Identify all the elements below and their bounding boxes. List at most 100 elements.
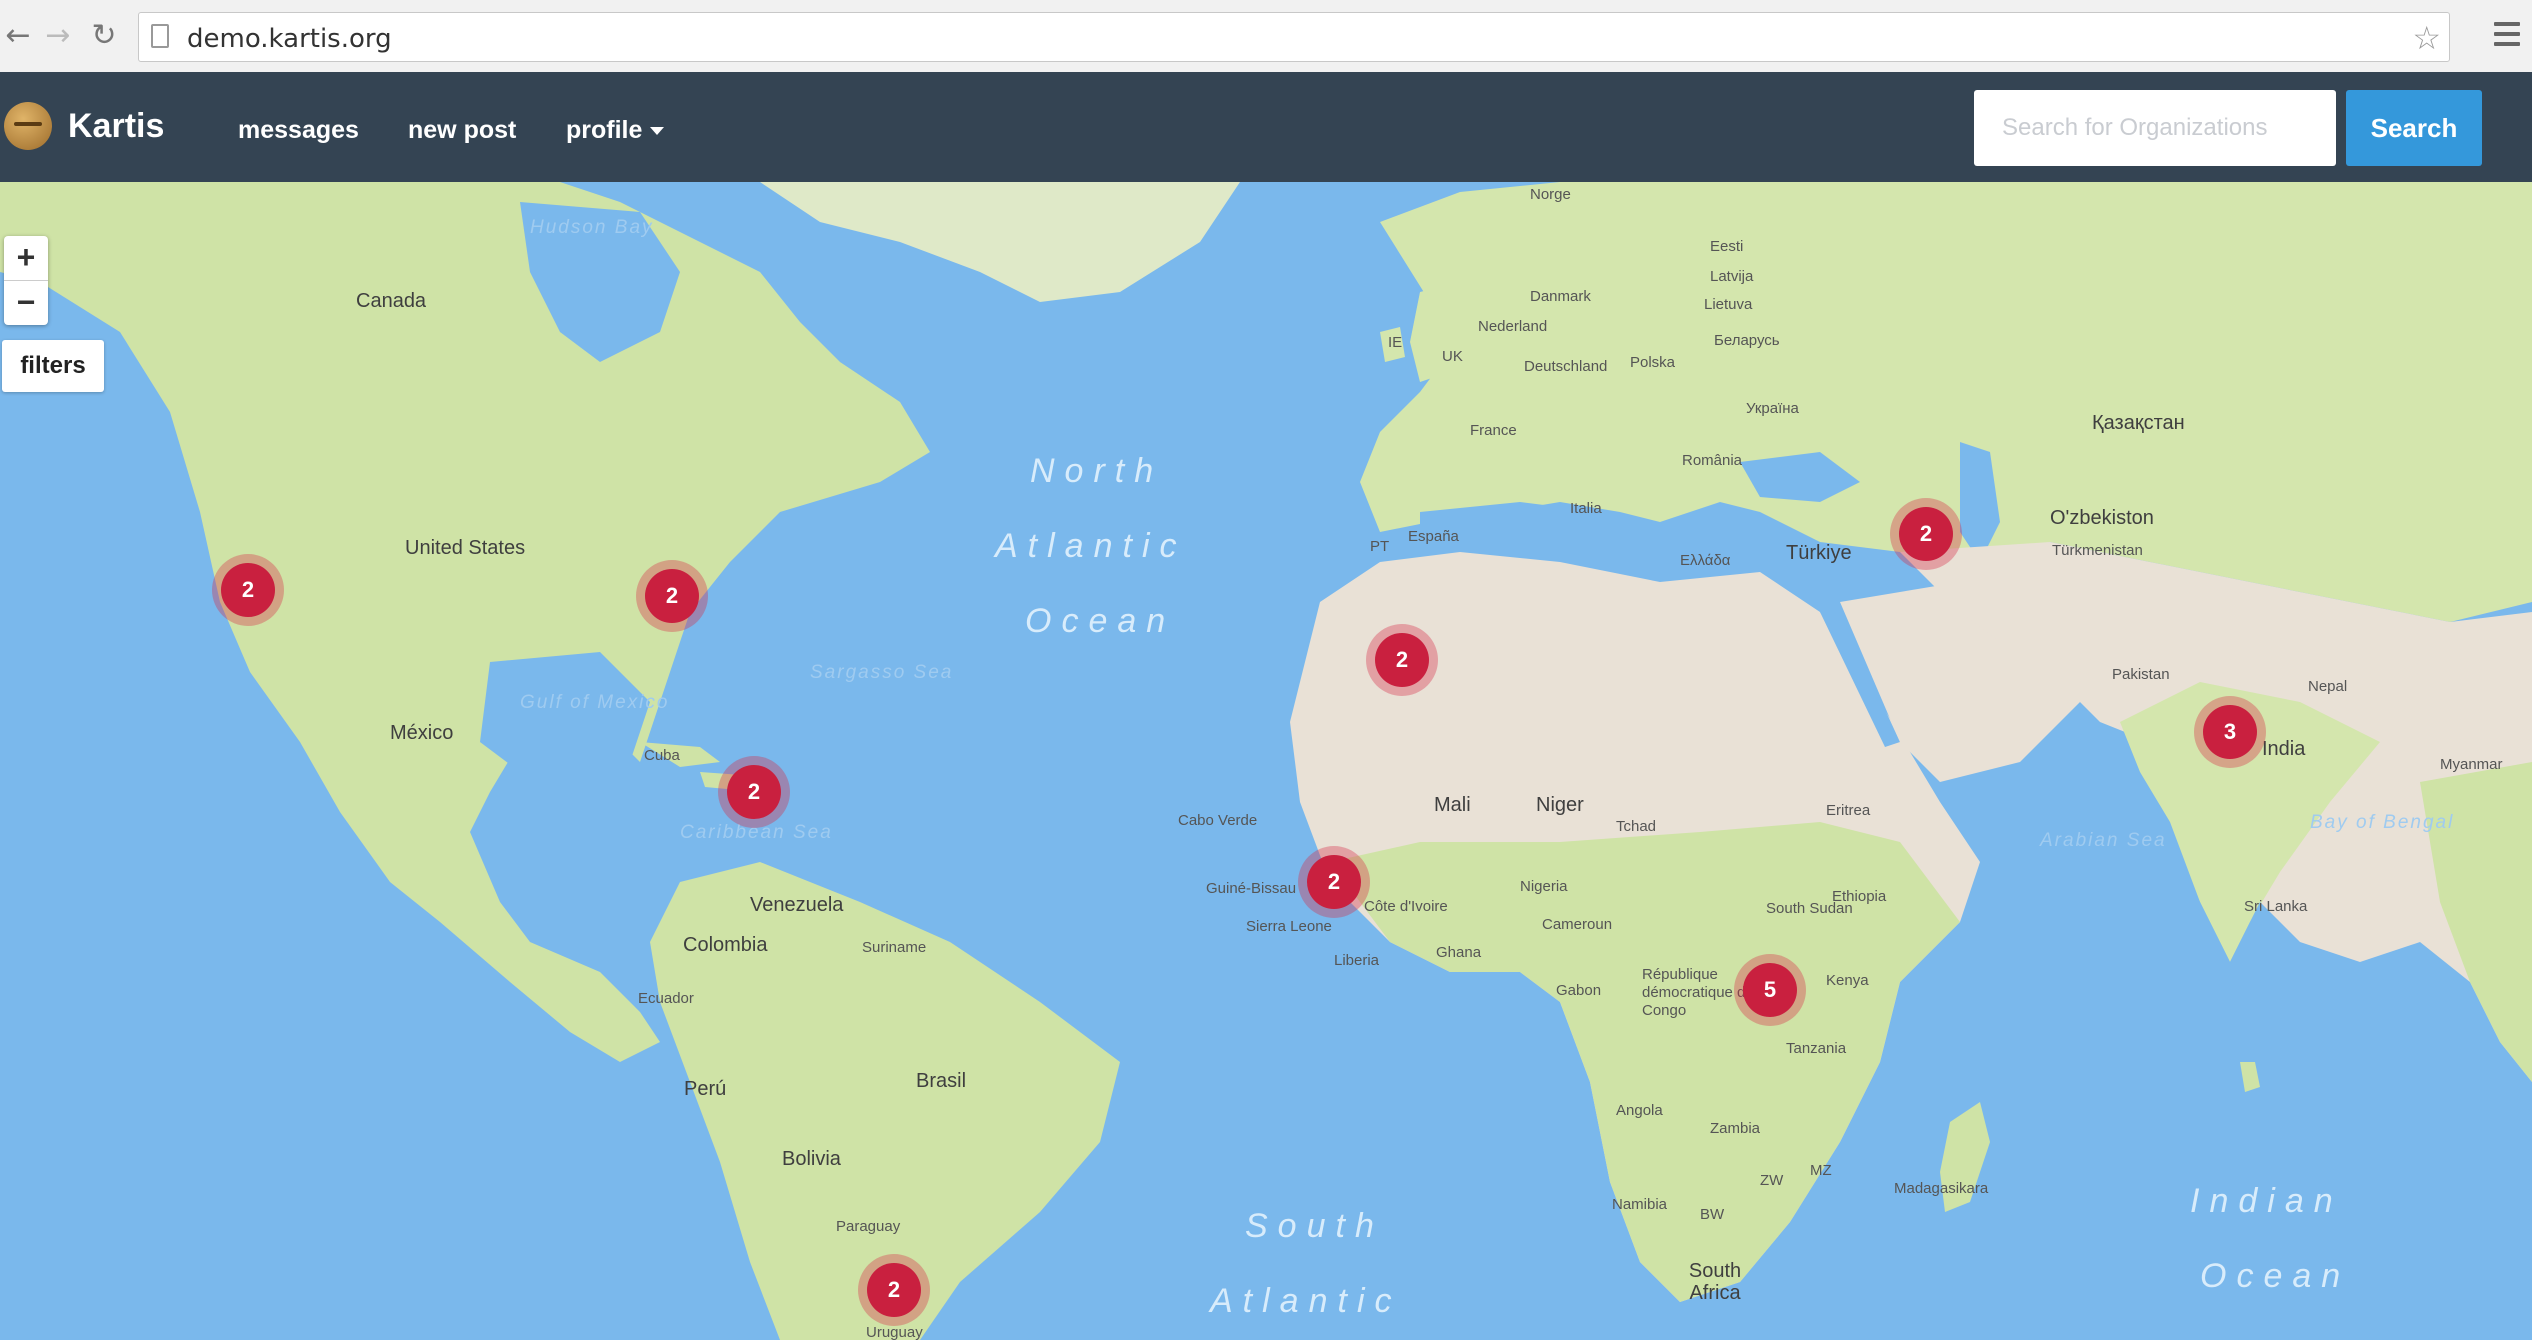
- url-text: demo.kartis.org: [187, 24, 392, 54]
- caret-down-icon: [650, 127, 665, 136]
- forward-icon[interactable]: →: [40, 18, 76, 54]
- label-tanzania: Tanzania: [1786, 1040, 1847, 1057]
- label-sierra-leone: Sierra Leone: [1246, 918, 1332, 935]
- label-polska: Polska: [1630, 354, 1676, 371]
- nav-messages[interactable]: messages: [238, 116, 359, 145]
- label-guine-bissau: Guiné-Bissau: [1206, 880, 1297, 897]
- cluster-marker[interactable]: 2: [1298, 846, 1370, 918]
- nav-profile-label: profile: [566, 116, 643, 144]
- label-uk: UK: [1442, 348, 1463, 365]
- label-turkmenistan: Türkmenistan: [2052, 542, 2143, 559]
- label-canada: Canada: [356, 290, 427, 312]
- label-angola: Angola: [1616, 1102, 1663, 1119]
- cluster-count: 3: [2203, 705, 2257, 759]
- label-sargasso-sea: Sargasso Sea: [810, 662, 954, 683]
- organization-search-input[interactable]: [1974, 90, 2336, 166]
- label-paraguay: Paraguay: [836, 1218, 901, 1235]
- label-cabo-verde: Cabo Verde: [1178, 812, 1258, 829]
- label-kazakhstan: Қазақстан: [2092, 412, 2185, 434]
- label-nederland: Nederland: [1478, 318, 1548, 335]
- zoom-in-button[interactable]: +: [4, 236, 48, 281]
- browser-chrome: ← → ↻ demo.kartis.org ☆: [0, 0, 2532, 73]
- label-myanmar: Myanmar: [2440, 756, 2503, 773]
- label-south-africa: South Africa: [1688, 1260, 1742, 1304]
- label-indian-ocean-2: Ocean: [2200, 1257, 2351, 1295]
- brand[interactable]: Kartis: [4, 98, 164, 154]
- zoom-control: + −: [4, 236, 48, 325]
- brand-name: Kartis: [68, 106, 165, 145]
- label-united-states: United States: [405, 537, 526, 559]
- label-eritrea: Eritrea: [1826, 802, 1871, 819]
- label-danmark: Danmark: [1530, 288, 1591, 305]
- label-ie: IE: [1388, 334, 1403, 351]
- cluster-marker[interactable]: 2: [1366, 624, 1438, 696]
- label-peru: Perú: [684, 1078, 727, 1100]
- label-pt: PT: [1370, 538, 1390, 555]
- back-icon[interactable]: ←: [0, 18, 36, 54]
- label-ukraine: Україна: [1746, 400, 1799, 417]
- cluster-marker[interactable]: 2: [1890, 498, 1962, 570]
- label-sri-lanka: Sri Lanka: [2244, 898, 2308, 915]
- map-tiles: [0, 182, 2532, 1340]
- cluster-marker[interactable]: 2: [212, 554, 284, 626]
- label-mali: Mali: [1434, 794, 1471, 816]
- label-cameroun: Cameroun: [1542, 916, 1613, 933]
- label-cuba: Cuba: [644, 747, 680, 764]
- label-zw: ZW: [1760, 1172, 1784, 1189]
- cluster-marker[interactable]: 2: [858, 1254, 930, 1326]
- label-zambia: Zambia: [1710, 1120, 1761, 1137]
- cluster-count: 2: [221, 563, 275, 617]
- label-bw: BW: [1700, 1206, 1725, 1223]
- label-venezuela: Venezuela: [750, 894, 844, 916]
- label-france: France: [1470, 422, 1517, 439]
- cluster-marker[interactable]: 5: [1734, 954, 1806, 1026]
- label-ecuador: Ecuador: [638, 990, 694, 1007]
- label-uzbekiston: O'zbekiston: [2050, 507, 2154, 529]
- label-ethiopia: Ethiopia: [1832, 888, 1887, 905]
- label-niger: Niger: [1536, 794, 1584, 816]
- label-bay-of-bengal: Bay of Bengal: [2310, 812, 2455, 833]
- label-ellada: Ελλάδα: [1680, 552, 1731, 569]
- label-hudson-bay: Hudson Bay: [530, 217, 654, 238]
- label-pakistan: Pakistan: [2112, 666, 2170, 683]
- reload-icon[interactable]: ↻: [86, 18, 122, 54]
- label-espana: España: [1408, 528, 1459, 545]
- label-latvija: Latvija: [1710, 268, 1754, 285]
- filters-button[interactable]: filters: [2, 340, 104, 392]
- label-south-atlantic-1: South: [1245, 1207, 1384, 1245]
- label-italia: Italia: [1570, 500, 1602, 517]
- label-colombia: Colombia: [683, 934, 768, 956]
- label-indian-ocean-1: Indian: [2190, 1182, 2343, 1220]
- label-suriname: Suriname: [862, 939, 927, 956]
- world-map[interactable]: + − filters Hudson Bay Gulf of Mexico Sa…: [0, 182, 2532, 1340]
- label-gabon: Gabon: [1556, 982, 1602, 999]
- label-eesti: Eesti: [1710, 238, 1744, 255]
- zoom-out-button[interactable]: −: [4, 281, 48, 325]
- label-south-atlantic-2: Atlantic: [1210, 1282, 1402, 1320]
- label-liberia: Liberia: [1334, 952, 1380, 969]
- search-button[interactable]: Search: [2346, 90, 2482, 166]
- cluster-marker[interactable]: 3: [2194, 696, 2266, 768]
- address-bar[interactable]: demo.kartis.org ☆: [138, 12, 2450, 62]
- app-navbar: Kartis messages new post profile Search: [0, 72, 2532, 182]
- nav-profile-dropdown[interactable]: profile: [566, 116, 665, 145]
- kartis-logo-icon: [4, 102, 52, 150]
- label-nigeria: Nigeria: [1520, 878, 1568, 895]
- label-bolivia: Bolivia: [782, 1148, 841, 1170]
- label-north-atlantic-2: Atlantic: [995, 527, 1187, 565]
- label-arabian-sea: Arabian Sea: [2040, 830, 2167, 851]
- nav-new-post[interactable]: new post: [408, 116, 516, 145]
- cluster-marker[interactable]: 2: [718, 756, 790, 828]
- label-india: India: [2262, 738, 2306, 760]
- cluster-count: 2: [645, 569, 699, 623]
- cluster-count: 2: [867, 1263, 921, 1317]
- bookmark-star-icon[interactable]: ☆: [2412, 19, 2441, 57]
- label-north-atlantic-3: Ocean: [1025, 602, 1176, 640]
- label-kenya: Kenya: [1826, 972, 1869, 989]
- cluster-marker[interactable]: 2: [636, 560, 708, 632]
- browser-menu-icon[interactable]: [2494, 22, 2520, 50]
- label-romania: România: [1682, 452, 1743, 469]
- label-nepal: Nepal: [2308, 678, 2348, 695]
- cluster-count: 2: [1307, 855, 1361, 909]
- label-north-atlantic-1: North: [1030, 452, 1164, 490]
